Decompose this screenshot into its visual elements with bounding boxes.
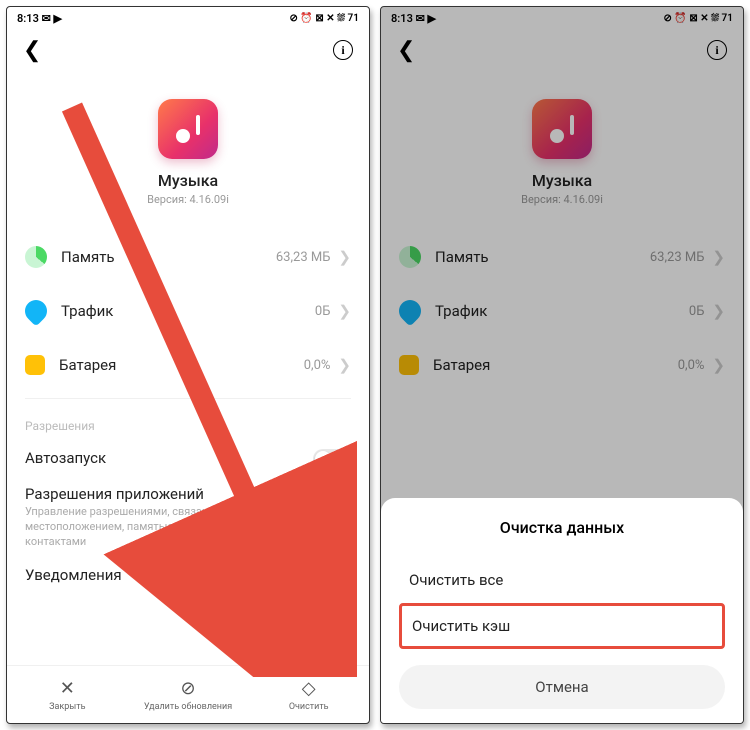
- sheet-title: Очистка данных: [399, 518, 725, 537]
- clear-cache-option[interactable]: Очистить кэш: [399, 603, 725, 649]
- eraser-icon: ◇: [302, 678, 316, 699]
- chevron-right-icon: ❯: [338, 248, 351, 266]
- close-icon: ✕: [60, 678, 75, 699]
- bottom-action-bar: ✕ Закрыть ⊘ Удалить обновления ◇ Очистит…: [7, 665, 369, 723]
- memory-label: Память: [61, 248, 276, 266]
- battery-icon: [25, 355, 45, 375]
- permissions-section-label: Разрешения: [7, 405, 369, 441]
- traffic-value: 0Б: [315, 304, 331, 319]
- chevron-right-icon: ❯: [712, 356, 725, 374]
- row-battery[interactable]: Батарея 0,0% ❯: [25, 338, 351, 392]
- app-name: Музыка: [158, 171, 218, 190]
- clear-data-sheet: Очистка данных Очистить все Очистить кэш…: [381, 498, 743, 723]
- battery-value: 0,0%: [678, 358, 705, 373]
- divider: [25, 398, 351, 399]
- app-permissions-desc: Управление разрешениями, связанными с ме…: [25, 505, 338, 550]
- row-memory[interactable]: Память 63,23 МБ ❯: [25, 230, 351, 284]
- clear-button[interactable]: ◇ Очистить: [248, 666, 369, 723]
- row-traffic[interactable]: Трафик 0Б ❯: [399, 284, 725, 338]
- clear-all-option[interactable]: Очистить все: [399, 557, 725, 603]
- row-notifications[interactable]: Уведомления Да ❯: [7, 558, 369, 594]
- chevron-right-icon: ❯: [338, 302, 351, 320]
- memory-value: 63,23 МБ: [276, 250, 331, 265]
- memory-icon: [25, 246, 47, 268]
- app-topbar: ❮ i: [7, 29, 369, 71]
- app-version: Версия: 4.16.09i: [147, 193, 229, 206]
- row-battery[interactable]: Батарея 0,0% ❯: [399, 338, 725, 392]
- row-app-permissions[interactable]: Разрешения приложений Управление разреше…: [7, 477, 369, 558]
- app-header: Музыка Версия: 4.16.09i: [381, 71, 743, 230]
- chevron-right-icon: ❯: [338, 567, 351, 585]
- memory-value: 63,23 МБ: [650, 250, 705, 265]
- music-app-icon: [158, 99, 218, 159]
- app-permissions-label: Разрешения приложений: [25, 485, 338, 503]
- phone-screen-left: 8:13 ✉ ▶ ⊘ ⏰ ⊠ ✕ ⛆ 71 ❮ i Музыка Версия:…: [6, 6, 370, 724]
- traffic-icon: [20, 295, 51, 326]
- notifications-value: Да: [314, 568, 331, 583]
- app-version: Версия: 4.16.09i: [521, 193, 603, 206]
- cancel-button[interactable]: Отмена: [399, 665, 725, 709]
- info-button[interactable]: i: [707, 40, 727, 60]
- battery-label: Батарея: [433, 356, 678, 374]
- app-topbar: ❮ i: [381, 29, 743, 71]
- chevron-right-icon: ❯: [712, 248, 725, 266]
- row-autostart[interactable]: Автозапуск: [7, 441, 369, 477]
- phone-screen-right: 8:13 ✉ ▶ ⊘ ⏰ ⊠ ✕ ⛆ 71 ❮ i Музыка Версия:…: [380, 6, 744, 724]
- chevron-right-icon: ❯: [338, 356, 351, 374]
- notifications-label: Уведомления: [25, 566, 314, 584]
- traffic-icon: [394, 295, 425, 326]
- prohibit-icon: ⊘: [180, 678, 195, 699]
- traffic-label: Трафик: [435, 302, 689, 320]
- back-button[interactable]: ❮: [397, 38, 415, 63]
- memory-label: Память: [435, 248, 650, 266]
- row-traffic[interactable]: Трафик 0Б ❯: [25, 284, 351, 338]
- info-button[interactable]: i: [333, 40, 353, 60]
- app-header: Музыка Версия: 4.16.09i: [7, 71, 369, 230]
- traffic-label: Трафик: [61, 302, 315, 320]
- close-button[interactable]: ✕ Закрыть: [7, 666, 128, 723]
- status-bar: 8:13 ✉ ▶ ⊘ ⏰ ⊠ ✕ ⛆ 71: [381, 7, 743, 29]
- app-name: Музыка: [532, 171, 592, 190]
- chevron-right-icon: ❯: [712, 302, 725, 320]
- autostart-label: Автозапуск: [25, 449, 313, 467]
- battery-value: 0,0%: [304, 358, 331, 373]
- chevron-right-icon: ❯: [338, 508, 351, 526]
- back-button[interactable]: ❮: [23, 38, 41, 63]
- music-app-icon: [532, 99, 592, 159]
- battery-icon: [399, 355, 419, 375]
- traffic-value: 0Б: [689, 304, 705, 319]
- memory-icon: [399, 246, 421, 268]
- uninstall-updates-button[interactable]: ⊘ Удалить обновления: [128, 666, 249, 723]
- status-bar: 8:13 ✉ ▶ ⊘ ⏰ ⊠ ✕ ⛆ 71: [7, 7, 369, 29]
- row-memory[interactable]: Память 63,23 МБ ❯: [399, 230, 725, 284]
- autostart-toggle[interactable]: [313, 449, 351, 469]
- battery-label: Батарея: [59, 356, 304, 374]
